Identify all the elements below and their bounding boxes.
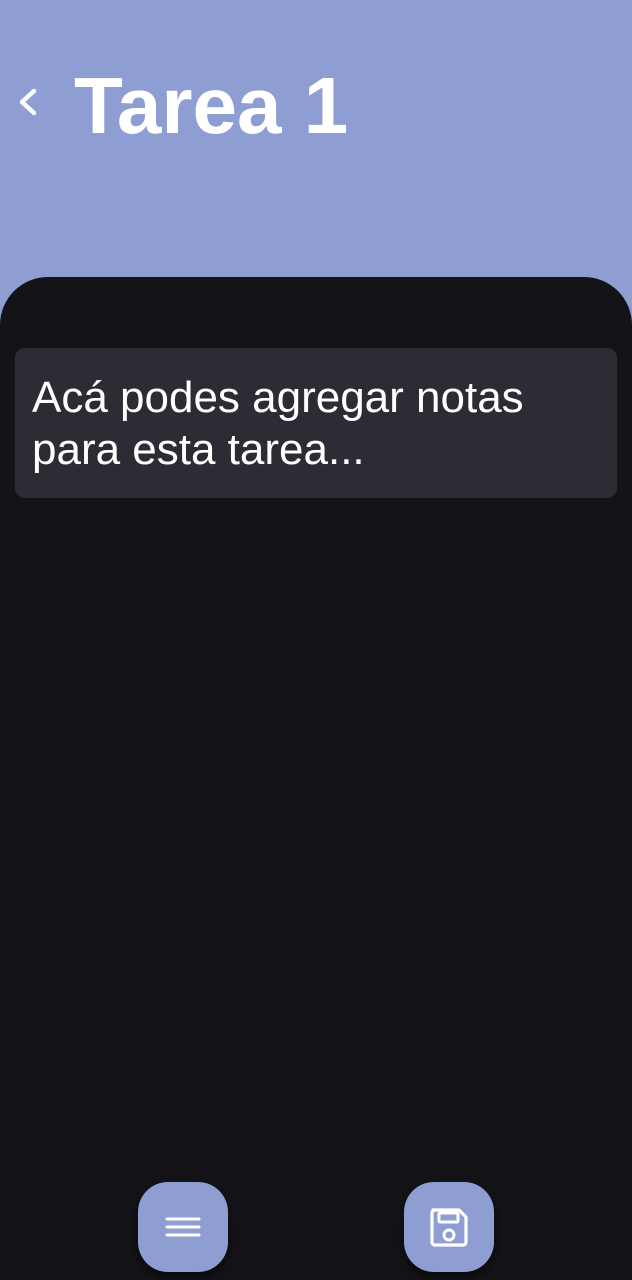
notes-input[interactable]: Acá podes agregar notas para esta tarea.… <box>15 348 617 498</box>
header: Tarea 1 <box>0 0 632 277</box>
content-panel: Acá podes agregar notas para esta tarea.… <box>0 277 632 1280</box>
page-title: Tarea 1 <box>74 61 349 150</box>
notes-placeholder: Acá podes agregar notas para esta tarea.… <box>32 373 524 474</box>
save-button[interactable] <box>404 1182 494 1272</box>
save-icon <box>430 1208 468 1247</box>
chevron-left-icon <box>19 88 37 116</box>
menu-button[interactable] <box>138 1182 228 1272</box>
menu-icon <box>165 1217 201 1237</box>
task-detail-screen: Tarea 1 Acá podes agregar notas para est… <box>0 0 632 1280</box>
back-button[interactable] <box>8 78 48 126</box>
